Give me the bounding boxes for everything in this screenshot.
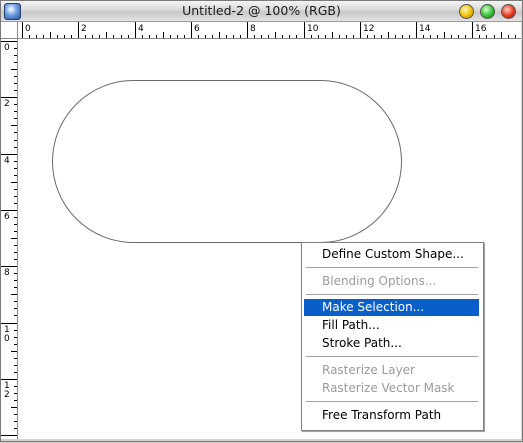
menu-item-free-transform-path[interactable]: Free Transform Path xyxy=(304,407,479,424)
ruler-label: 8 xyxy=(4,268,10,278)
document-window: Untitled-2 @ 100% (RGB) 0 2 4 6 8 10 12 14 16 0 2… xyxy=(0,0,523,442)
ruler-label: 6 xyxy=(194,24,200,34)
maximize-button[interactable] xyxy=(480,4,495,19)
rounded-rectangle-path[interactable] xyxy=(52,80,402,243)
horizontal-ruler-ticks: 0 2 4 6 8 10 12 14 16 xyxy=(22,22,516,38)
menu-item-stroke-path[interactable]: Stroke Path... xyxy=(304,335,479,352)
menu-separator xyxy=(306,401,478,402)
ruler-label: 0 xyxy=(4,43,10,53)
ruler-label: 2 xyxy=(81,24,87,34)
vertical-ruler-ticks: 024681012 xyxy=(1,41,17,436)
minimize-button[interactable] xyxy=(459,4,474,19)
menu-item-fill-path[interactable]: Fill Path... xyxy=(304,317,479,334)
ruler-label: 12 xyxy=(363,24,374,34)
context-menu: Define Custom Shape... Blending Options.… xyxy=(301,242,484,431)
ruler-label: 2 xyxy=(4,390,10,400)
menu-separator xyxy=(306,267,478,268)
ruler-label: 8 xyxy=(250,24,256,34)
window-title: Untitled-2 @ 100% (RGB) xyxy=(182,3,341,18)
ruler-origin[interactable] xyxy=(1,22,18,39)
menu-separator xyxy=(306,294,478,295)
menu-item-make-selection[interactable]: Make Selection... xyxy=(304,299,479,316)
ruler-label: 2 xyxy=(4,99,10,109)
menu-item-rasterize-vector-mask: Rasterize Vector Mask xyxy=(322,381,455,395)
ruler-label: 16 xyxy=(475,24,487,34)
menu-item-rasterize-layer: Rasterize Layer xyxy=(322,363,415,377)
vertical-ruler[interactable]: 024681012 xyxy=(1,39,18,439)
ruler-label: 6 xyxy=(4,212,10,222)
ruler-label: 4 xyxy=(4,156,10,166)
horizontal-ruler[interactable]: 0 2 4 6 8 10 12 14 16 xyxy=(18,22,521,39)
menu-separator xyxy=(306,356,478,357)
ruler-label: 0 xyxy=(4,334,10,344)
ruler-label: 10 xyxy=(307,24,319,34)
menu-item-blending-options: Blending Options... xyxy=(322,274,437,288)
menu-item-define-custom-shape[interactable]: Define Custom Shape... xyxy=(304,246,479,263)
ruler-label: 0 xyxy=(25,24,31,34)
ruler-label: 14 xyxy=(419,24,431,34)
ruler-label: 4 xyxy=(138,24,144,34)
title-bar[interactable]: Untitled-2 @ 100% (RGB) xyxy=(1,1,522,22)
close-button[interactable] xyxy=(501,4,516,19)
